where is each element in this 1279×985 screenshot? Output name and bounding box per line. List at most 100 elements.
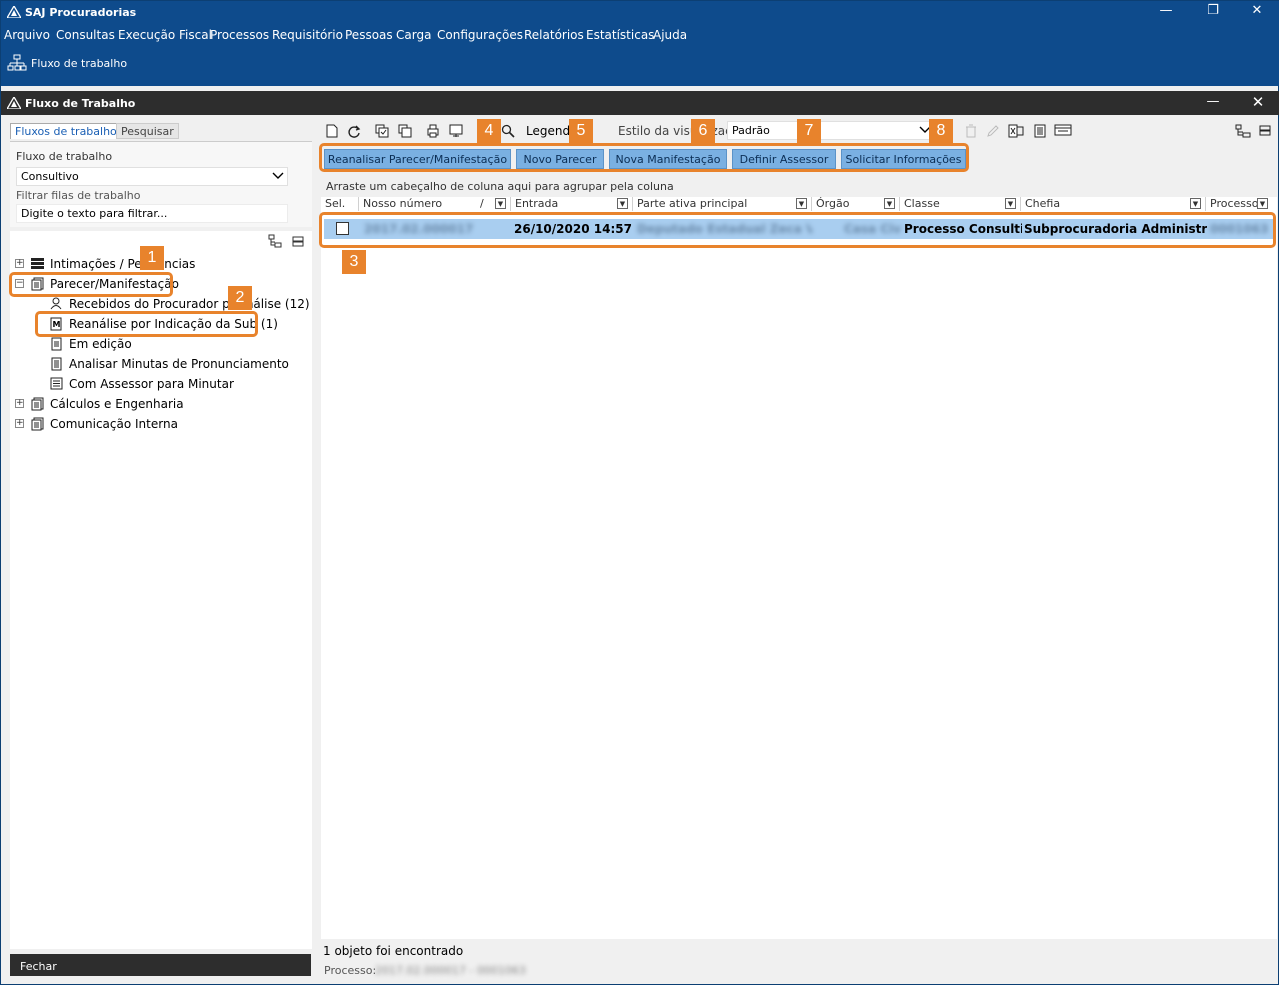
style-select[interactable]: Padrão (727, 121, 934, 140)
subwindow-logo-icon (5, 95, 23, 112)
cell-nosso-numero: 2017.02.000017 (364, 222, 474, 236)
filter-dropdown-icon[interactable]: ▼ (884, 198, 895, 209)
tree-item-analisar-minutas[interactable]: Analisar Minutas de Pronunciamento (69, 357, 289, 371)
workflow-select[interactable]: Consultivo (16, 167, 288, 186)
menu-ajuda[interactable]: Ajuda (653, 28, 687, 42)
chevron-down-icon[interactable] (272, 169, 284, 184)
tree-item-comunicacao[interactable]: Comunicação Interna (50, 417, 178, 431)
report-icon[interactable] (1033, 124, 1047, 138)
subwindow-title: Fluxo de Trabalho (25, 97, 136, 110)
tab-fluxos-de-trabalho[interactable]: Fluxos de trabalho (10, 123, 122, 139)
form-icon (50, 377, 63, 390)
menu-execucao-fiscal[interactable]: Execução Fiscal (118, 28, 212, 42)
menu-arquivo[interactable]: Arquivo (4, 28, 50, 42)
group-hint[interactable]: Arraste um cabeçalho de coluna aqui para… (321, 177, 1277, 197)
export-icon[interactable] (449, 124, 463, 138)
process-label: Processo: (324, 964, 377, 977)
tree-item-com-assessor[interactable]: Com Assessor para Minutar (69, 377, 234, 391)
fechar-button[interactable]: Fechar (10, 954, 311, 976)
filter-dropdown-icon[interactable]: ▼ (617, 198, 628, 209)
tree-item-intimacoes[interactable]: Intimações / Pendências (50, 257, 195, 271)
subwindow-title-bar: Fluxo de Trabalho — ✕ (1, 91, 1279, 115)
column-header-entrada[interactable]: Entrada (511, 197, 633, 211)
legend-search-icon[interactable] (501, 124, 515, 138)
tree-item-recebidos[interactable]: Recebidos do Procurador p/ Análise (12) (69, 297, 310, 311)
subwindow-close-button[interactable]: ✕ (1235, 92, 1279, 114)
workflow-tree: + Intimações / Pendências − Parecer/Mani… (10, 231, 312, 949)
column-header-sel[interactable]: Sel. (321, 197, 359, 211)
tree-item-reanalise[interactable]: Reanálise por Indicação da Sub (1) (69, 317, 278, 331)
refresh-icon[interactable] (347, 124, 361, 138)
menu-relatorios[interactable]: Relatórios (524, 28, 584, 42)
filter-input[interactable]: Digite o texto para filtrar... (16, 204, 288, 223)
menu-pessoas[interactable]: Pessoas (345, 28, 393, 42)
status-bar: 1 objeto foi encontrado Processo: 2017.0… (321, 942, 1277, 979)
copy-icon[interactable] (398, 124, 412, 138)
column-header-chefia[interactable]: Chefia (1021, 197, 1206, 211)
column-header-nosso-numero[interactable]: Nosso número / (359, 197, 511, 211)
tree-item-em-edicao[interactable]: Em edição (69, 337, 132, 351)
nova-manifestacao-button[interactable]: Nova Manifestação (609, 149, 727, 169)
reanalisar-button[interactable]: Reanalisar Parecer/Manifestação (324, 149, 511, 169)
workflow-select-value: Consultivo (21, 170, 79, 183)
cell-chefia: Subprocuradoria Administrativa (1024, 222, 1207, 236)
menu-configuracoes[interactable]: Configurações (437, 28, 523, 42)
process-value: 2017.02.000017 - 0001063 (375, 964, 526, 977)
tree-item-parecer[interactable]: Parecer/Manifestação (50, 277, 179, 291)
callout-badge-7: 7 (797, 119, 821, 143)
tree-expander-comunicacao[interactable]: + (15, 419, 24, 428)
row-checkbox[interactable] (336, 222, 349, 235)
menu-estatisticas[interactable]: Estatísticas (586, 28, 654, 42)
definir-assessor-button[interactable]: Definir Assessor (732, 149, 836, 169)
document-stack-icon (31, 397, 44, 411)
tree-expand-all-icon[interactable] (268, 234, 282, 251)
new-document-icon[interactable] (325, 124, 339, 138)
menu-carga[interactable]: Carga (396, 28, 431, 42)
workflow-icon[interactable] (7, 54, 27, 75)
window-layout-icon[interactable] (1054, 124, 1072, 138)
tree-expander-intimacoes[interactable]: + (15, 259, 24, 268)
document-m-icon: M (50, 317, 62, 331)
edit-icon[interactable] (986, 124, 1000, 138)
ribbon-fluxo-de-trabalho[interactable]: Fluxo de trabalho (31, 57, 127, 70)
print-icon[interactable] (426, 124, 440, 138)
app-logo-icon (5, 4, 23, 21)
excel-icon[interactable] (1008, 124, 1024, 138)
filter-dropdown-icon[interactable]: ▼ (1005, 198, 1016, 209)
solicitar-informacoes-button[interactable]: Solicitar Informações (841, 149, 966, 169)
tree-expander-parecer[interactable]: − (15, 279, 24, 288)
menu-requisitorio[interactable]: Requisitório (272, 28, 343, 42)
grid-header: Sel. Nosso número / ▼ Entrada ▼ Parte ati… (321, 197, 1277, 211)
tree-item-calculos[interactable]: Cálculos e Engenharia (50, 397, 184, 411)
filter-dropdown-icon[interactable]: ▼ (1257, 198, 1268, 209)
callout-badge-1: 1 (140, 246, 164, 270)
column-header-classe[interactable]: Classe (900, 197, 1021, 211)
main-panel: Legenda Estilo da visualização Padrão Re… (321, 119, 1277, 979)
grid-collapse-icon[interactable] (1259, 124, 1273, 138)
callout-badge-8: 8 (929, 119, 953, 143)
minimize-button[interactable]: — (1143, 1, 1189, 23)
copy-check-icon[interactable] (375, 124, 389, 138)
style-select-value: Padrão (732, 124, 770, 137)
column-header-parte[interactable]: Parte ativa principal (633, 197, 812, 211)
callout-badge-3: 3 (342, 250, 366, 274)
filter-dropdown-icon[interactable]: ▼ (495, 198, 506, 209)
delete-icon[interactable] (964, 124, 978, 138)
filter-dropdown-icon[interactable]: ▼ (796, 198, 807, 209)
menu-bar: Arquivo Consultas Execução Fiscal Proces… (1, 24, 1279, 46)
table-row[interactable]: 2017.02.000017 26/10/2020 14:57 Deputado… (324, 219, 1274, 239)
callout-badge-5: 5 (569, 119, 593, 143)
filter-placeholder: Digite o texto para filtrar... (21, 207, 168, 220)
menu-processos[interactable]: Processos (210, 28, 269, 42)
grid-tree-icon[interactable] (1235, 124, 1251, 138)
tree-collapse-all-icon[interactable] (292, 235, 304, 250)
maximize-button[interactable]: ❐ (1190, 1, 1236, 23)
callout-badge-6: 6 (691, 119, 715, 143)
tree-expander-calculos[interactable]: + (15, 399, 24, 408)
subwindow-minimize-button[interactable]: — (1190, 92, 1236, 114)
menu-consultas[interactable]: Consultas (56, 28, 115, 42)
novo-parecer-button[interactable]: Novo Parecer (516, 149, 604, 169)
filter-dropdown-icon[interactable]: ▼ (1190, 198, 1201, 209)
close-button[interactable]: ✕ (1234, 1, 1279, 23)
tab-pesquisar[interactable]: Pesquisar (116, 123, 179, 139)
